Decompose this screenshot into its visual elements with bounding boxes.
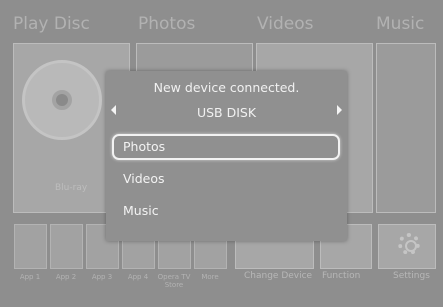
app-label-4: App 4 — [127, 273, 149, 281]
option-videos[interactable]: Videos — [112, 167, 340, 193]
disc-icon — [22, 60, 102, 140]
settings-label: Settings — [393, 271, 430, 281]
dialog-title: New device connected. — [153, 80, 300, 95]
disc-type-label: Blu-ray — [55, 183, 88, 193]
app-tile-2[interactable] — [50, 224, 83, 269]
change-device-label: Change Device — [244, 271, 313, 281]
section-title-play-disc: Play Disc — [13, 14, 90, 34]
section-title-videos: Videos — [257, 14, 314, 34]
music-tile[interactable] — [376, 43, 436, 213]
app-tile-1[interactable] — [14, 224, 47, 269]
arrow-right-icon[interactable] — [337, 105, 342, 115]
app-label-more: More — [201, 273, 219, 281]
option-music[interactable]: Music — [112, 199, 340, 225]
option-photos[interactable]: Photos — [112, 134, 340, 160]
new-device-dialog: New device connected. USB DISK Photos Vi… — [106, 71, 347, 241]
app-label-1: App 1 — [19, 273, 41, 281]
function-label: Function — [322, 271, 361, 281]
section-title-photos: Photos — [138, 14, 196, 34]
app-label-opera-tv-store: Opera TV Store — [157, 273, 191, 289]
gear-icon — [398, 233, 420, 255]
section-title-music: Music — [376, 14, 425, 34]
device-name: USB DISK — [196, 105, 257, 120]
app-label-3: App 3 — [91, 273, 113, 281]
app-label-2: App 2 — [55, 273, 77, 281]
